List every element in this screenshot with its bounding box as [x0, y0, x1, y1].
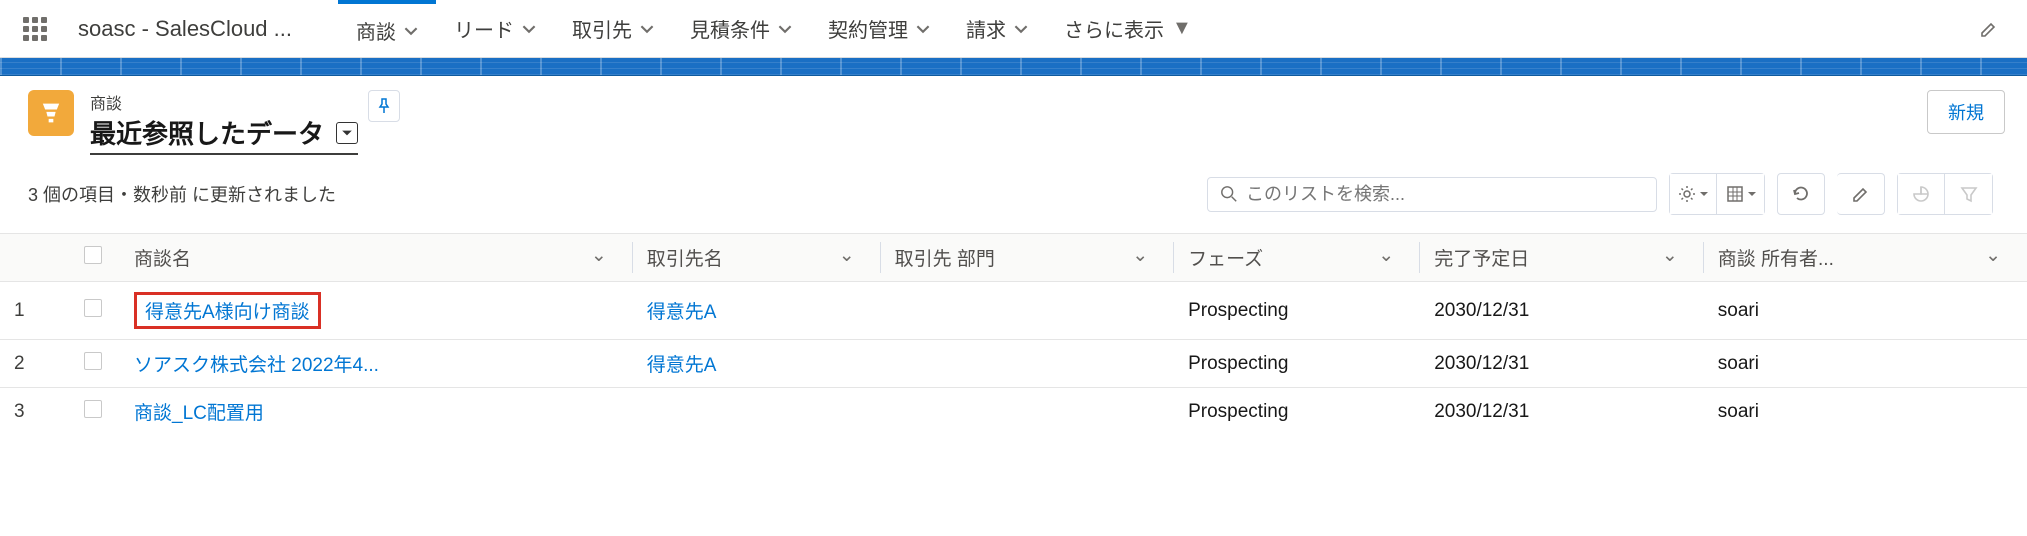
cell-phase: Prospecting — [1174, 388, 1420, 436]
chart-button[interactable] — [1897, 173, 1945, 215]
list-meta-text: 3 個の項目・数秒前 に更新されました — [28, 181, 336, 207]
list-search[interactable] — [1207, 177, 1657, 212]
caret-down-icon[interactable]: ▼ — [1172, 17, 1192, 40]
col-owner[interactable]: 商談 所有者... ⌄ — [1704, 234, 2027, 282]
nav-tab-label: リード — [454, 14, 514, 43]
col-label: 商談 所有者... — [1718, 249, 1834, 270]
table-row: 2 ソアスク株式会社 2022年4... 得意先A Prospecting 20… — [0, 340, 2027, 388]
cell-dept — [881, 282, 1174, 340]
account-link[interactable]: 得意先A — [647, 355, 717, 376]
edit-nav-icon[interactable] — [1979, 19, 1999, 39]
chevron-down-icon[interactable]: ⌄ — [591, 244, 607, 267]
table-row: 1 得意先A様向け商談 得意先A Prospecting 2030/12/31 … — [0, 282, 2027, 340]
nav-tab-contract[interactable]: 契約管理 — [810, 0, 948, 57]
col-label: 取引先 部門 — [895, 249, 995, 270]
opportunity-icon — [28, 90, 74, 136]
nav-tab-quote-cond[interactable]: 見積条件 — [672, 0, 810, 57]
nav-tab-opportunity[interactable]: 商談 — [338, 0, 436, 57]
decor-pattern-bar — [0, 58, 2027, 76]
cell-dept — [881, 388, 1174, 436]
cell-name: 商談_LC配置用 — [120, 388, 633, 436]
chevron-down-icon[interactable] — [640, 22, 654, 36]
list-settings-button[interactable] — [1669, 173, 1717, 215]
col-account[interactable]: 取引先名 ⌄ — [633, 234, 881, 282]
cell-phase: Prospecting — [1174, 282, 1420, 340]
app-launcher-icon[interactable] — [0, 17, 70, 41]
list-header: 商談 最近参照したデータ 新規 3 個の項目・数秒前 に更新されました — [0, 76, 2027, 219]
cell-owner: soari — [1704, 340, 2027, 388]
col-label: 完了予定日 — [1434, 249, 1529, 270]
nav-tab-label: 契約管理 — [828, 14, 908, 43]
app-name: soasc - SalesCloud ... — [70, 16, 310, 42]
nav-tab-account[interactable]: 取引先 — [554, 0, 672, 57]
table-row: 3 商談_LC配置用 Prospecting 2030/12/31 soari — [0, 388, 2027, 436]
record-link[interactable]: 商談_LC配置用 — [134, 403, 264, 424]
chevron-down-icon[interactable] — [404, 24, 418, 38]
nav-tab-label: 取引先 — [572, 14, 632, 43]
chevron-down-icon[interactable] — [522, 22, 536, 36]
row-checkbox[interactable] — [84, 400, 102, 418]
account-link[interactable]: 得意先A — [647, 302, 717, 323]
display-as-button[interactable] — [1717, 173, 1765, 215]
new-button[interactable]: 新規 — [1927, 90, 2005, 134]
cell-close: 2030/12/31 — [1420, 340, 1704, 388]
cell-account — [633, 388, 881, 436]
row-checkbox[interactable] — [84, 299, 102, 317]
cell-name: 得意先A様向け商談 — [120, 282, 633, 340]
col-label: フェーズ — [1188, 249, 1263, 270]
col-close[interactable]: 完了予定日 ⌄ — [1420, 234, 1704, 282]
record-link[interactable]: 得意先A様向け商談 — [145, 302, 310, 323]
row-checkbox[interactable] — [84, 352, 102, 370]
nav-tab-lead[interactable]: リード — [436, 0, 554, 57]
chevron-down-icon[interactable] — [778, 22, 792, 36]
cell-dept — [881, 340, 1174, 388]
col-label: 商談名 — [134, 249, 191, 270]
checkbox[interactable] — [84, 246, 102, 264]
row-number: 1 — [0, 282, 70, 340]
cell-account: 得意先A — [633, 282, 881, 340]
chevron-down-icon[interactable]: ⌄ — [839, 244, 855, 267]
list-view-title[interactable]: 最近参照したデータ — [90, 114, 324, 151]
chevron-down-icon[interactable]: ⌄ — [1132, 244, 1148, 267]
list-view-dropdown-icon[interactable] — [336, 122, 358, 144]
col-rownum — [0, 234, 70, 282]
cell-owner: soari — [1704, 282, 2027, 340]
col-select-all[interactable] — [70, 234, 120, 282]
records-table: 商談名 ⌄ 取引先名 ⌄ 取引先 部門 ⌄ フェーズ ⌄ 完了予定日 ⌄ 商談 所有者..… — [0, 233, 2027, 435]
chevron-down-icon[interactable] — [916, 22, 930, 36]
top-nav: soasc - SalesCloud ... 商談 リード 取引先 見積条件 契… — [0, 0, 2027, 58]
cell-owner: soari — [1704, 388, 2027, 436]
filter-button[interactable] — [1945, 173, 1993, 215]
chevron-down-icon[interactable]: ⌄ — [1662, 244, 1678, 267]
chevron-down-icon[interactable]: ⌄ — [1985, 244, 2001, 267]
nav-tab-label: 見積条件 — [690, 14, 770, 43]
row-number: 3 — [0, 388, 70, 436]
chevron-down-icon[interactable] — [1014, 22, 1028, 36]
nav-tab-billing[interactable]: 請求 — [948, 0, 1046, 57]
list-search-input[interactable] — [1246, 184, 1644, 205]
cell-close: 2030/12/31 — [1420, 388, 1704, 436]
col-label: 取引先名 — [647, 249, 723, 270]
chevron-down-icon[interactable]: ⌄ — [1378, 244, 1394, 267]
object-label: 商談 — [90, 90, 358, 114]
cell-close: 2030/12/31 — [1420, 282, 1704, 340]
nav-tab-more[interactable]: さらに表示 ▼ — [1046, 0, 1210, 57]
col-name[interactable]: 商談名 ⌄ — [120, 234, 633, 282]
pin-list-button[interactable] — [368, 90, 400, 122]
nav-tab-label: 商談 — [356, 16, 396, 45]
refresh-button[interactable] — [1777, 173, 1825, 215]
cell-account: 得意先A — [633, 340, 881, 388]
nav-tab-label: 請求 — [966, 14, 1006, 43]
cell-phase: Prospecting — [1174, 340, 1420, 388]
nav-tab-label: さらに表示 — [1064, 14, 1164, 43]
record-link[interactable]: ソアスク株式会社 2022年4... — [134, 355, 379, 376]
inline-edit-button[interactable] — [1837, 173, 1885, 215]
col-phase[interactable]: フェーズ ⌄ — [1174, 234, 1420, 282]
row-number: 2 — [0, 340, 70, 388]
search-icon — [1220, 185, 1238, 203]
cell-name: ソアスク株式会社 2022年4... — [120, 340, 633, 388]
col-dept[interactable]: 取引先 部門 ⌄ — [881, 234, 1174, 282]
nav-tabs: 商談 リード 取引先 見積条件 契約管理 請求 さらに表示 ▼ — [338, 0, 1210, 57]
